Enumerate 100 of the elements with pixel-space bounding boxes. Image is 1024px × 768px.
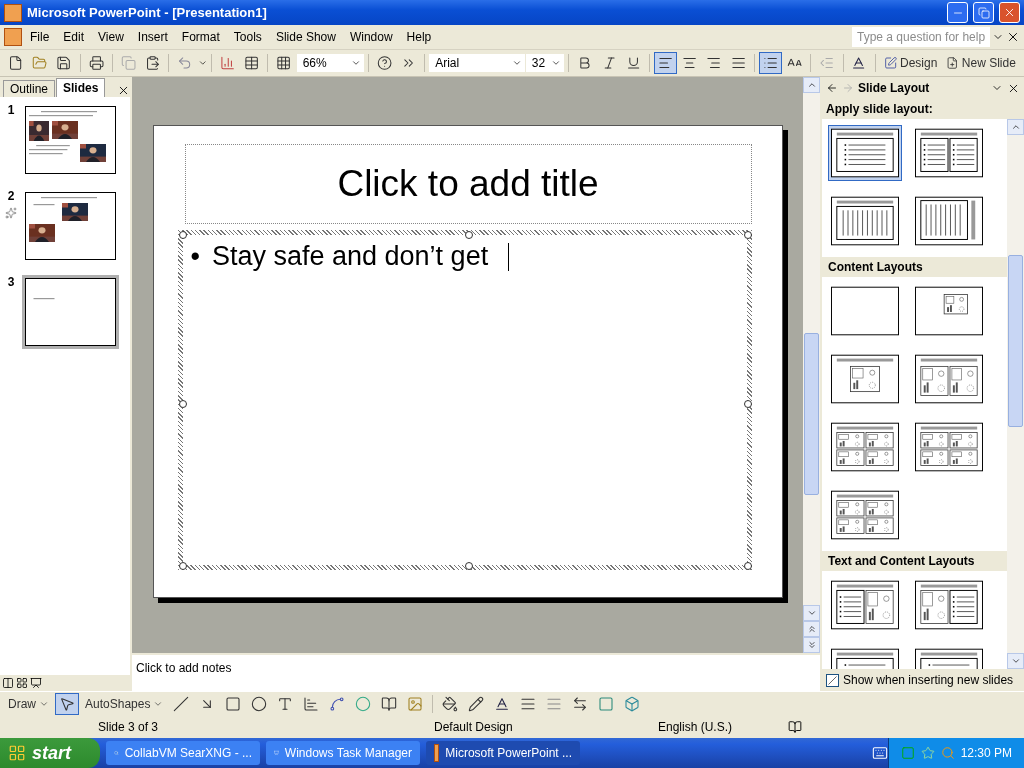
minimize-button[interactable] [947, 2, 968, 23]
powerpoint-icon [434, 744, 440, 762]
design-button[interactable]: Design [879, 52, 942, 74]
3d-style-icon [624, 696, 641, 712]
back-icon [826, 82, 838, 94]
resize-handle[interactable] [743, 400, 752, 408]
align-left-icon [657, 55, 674, 71]
align-right-icon [706, 55, 722, 71]
section-heading: Apply slide layout: [822, 99, 1024, 119]
task-pane-title: Slide Layout [858, 81, 931, 95]
taskbar-button[interactable]: Microsoft PowerPoint ... [426, 741, 580, 765]
resize-handle[interactable] [178, 400, 187, 408]
status-slide-count: Slide 3 of 3 [97, 720, 160, 734]
menu-item[interactable]: Format [175, 28, 226, 46]
resize-handle[interactable] [178, 231, 187, 239]
taskbar-button[interactable]: Windows Task Manager [266, 741, 420, 765]
layout-drawing [915, 580, 983, 630]
chart-icon [220, 55, 236, 71]
layout-drawing [831, 422, 899, 472]
menu-item[interactable]: Insert [131, 28, 174, 46]
copy-icon [120, 55, 137, 71]
menu-item[interactable]: Window [343, 28, 399, 46]
underline-icon [625, 55, 641, 71]
bullets-button[interactable] [758, 52, 783, 74]
notes-field[interactable]: Click to add notes [132, 653, 820, 691]
pane-tab[interactable]: Slides [56, 78, 106, 97]
forward-icon [842, 82, 854, 94]
help-icon [376, 55, 392, 71]
scrollbar-thumb[interactable] [804, 333, 819, 495]
draw-menu-button[interactable]: Draw [4, 693, 53, 715]
scrollbar-thumb[interactable] [1008, 255, 1023, 427]
select-icon [59, 696, 75, 712]
help-search-field[interactable]: Type a question for help [852, 27, 990, 47]
new-slide-button[interactable]: New Slide [942, 52, 1020, 74]
oval-icon [251, 696, 268, 712]
animation-star-icon [5, 207, 17, 219]
autoshapes-button[interactable]: AutoShapes [81, 693, 168, 715]
resize-handle[interactable] [743, 231, 752, 239]
diagram-icon [355, 696, 372, 712]
menu-item[interactable]: Edit [57, 28, 91, 46]
close-button[interactable] [999, 2, 1020, 23]
scroll-up-icon [1010, 122, 1021, 132]
font-dropdown[interactable]: Arial [429, 54, 525, 72]
resize-handle[interactable] [743, 562, 752, 570]
window-title: Microsoft PowerPoint - [Presentation1] [27, 5, 268, 20]
zoom-dropdown[interactable]: 66% [296, 54, 364, 72]
text-cursor [507, 243, 509, 271]
body-text: Stay safe and don’t get [211, 241, 490, 272]
insert-picture-icon [407, 696, 424, 712]
normal-view-icon [2, 677, 14, 689]
tray-icon [900, 746, 915, 760]
restore-icon [977, 6, 990, 19]
slide-thumbnail[interactable] [22, 275, 119, 349]
menu-item[interactable]: Help [400, 28, 438, 46]
save-icon [56, 55, 72, 71]
layout-drawing [915, 286, 983, 336]
menu-item[interactable]: File [24, 28, 56, 46]
layout-drawing [831, 196, 899, 246]
align-left-button[interactable] [653, 52, 678, 74]
dropdown-icon [350, 58, 361, 68]
print-icon [88, 55, 104, 71]
menu-item[interactable]: View [92, 28, 130, 46]
font-size-dropdown[interactable]: 32 [525, 54, 565, 72]
line-icon [173, 696, 190, 712]
decrease-indent-icon [819, 55, 835, 71]
grid-icon [276, 55, 292, 71]
text-box-icon [277, 696, 294, 712]
layout-drawing [831, 286, 899, 336]
taskbar-button[interactable]: CollabVM SearXNG - ... [106, 741, 260, 765]
resize-handle[interactable] [464, 231, 473, 239]
open-icon [32, 55, 48, 71]
status-language: English (U.S.) [657, 720, 734, 734]
start-button[interactable]: start [0, 738, 100, 768]
title-placeholder[interactable]: Click to add title [184, 144, 752, 224]
clock: 12:30 PM [960, 746, 1012, 760]
resize-handle[interactable] [464, 562, 473, 570]
table-icon [244, 55, 260, 71]
title-placeholder-text: Click to add title [337, 163, 599, 205]
new-icon [8, 55, 24, 71]
select-button[interactable] [55, 693, 79, 715]
layout-drawing [831, 580, 899, 630]
dash-style-icon [546, 696, 563, 712]
line-color-icon [468, 696, 485, 712]
resize-handle[interactable] [178, 562, 187, 570]
arrow-style-icon [572, 696, 589, 712]
design-icon [883, 55, 897, 71]
dropdown-icon [511, 58, 522, 68]
fill-color-icon [442, 696, 459, 712]
insert-chart-icon [303, 696, 320, 712]
pane-tab[interactable]: Outline [3, 80, 56, 97]
menu-item[interactable]: Slide Show [269, 28, 342, 46]
menu-item[interactable]: Tools [227, 28, 268, 46]
font-color-icon [494, 696, 511, 712]
layout-option[interactable] [828, 125, 902, 181]
slide-sorter-icon [16, 677, 28, 689]
text-placeholder[interactable]: • Stay safe and don’t get [177, 230, 752, 570]
slide-number: 3 [7, 275, 15, 289]
layout-drawing [831, 490, 899, 540]
restore-button[interactable] [973, 2, 994, 23]
slideshow-icon [30, 677, 42, 689]
